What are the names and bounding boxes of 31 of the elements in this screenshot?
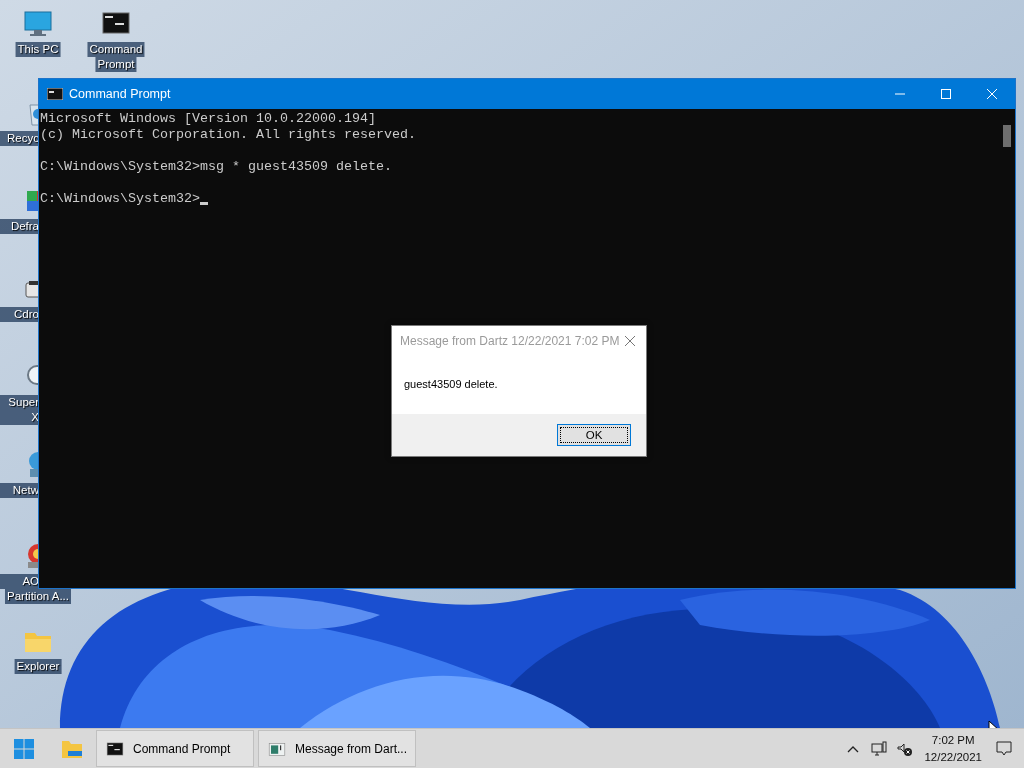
clock-date[interactable]: 12/22/2021 xyxy=(924,748,982,766)
maximize-icon[interactable] xyxy=(940,88,952,100)
icon-label: This PC xyxy=(15,42,61,57)
icon-label: Partition A... xyxy=(5,589,71,604)
window-title: Command Prompt xyxy=(69,87,172,101)
icon-label: Super xyxy=(0,395,41,410)
icon-label: Cdro xyxy=(0,307,41,322)
icon-label: Recyc xyxy=(0,131,41,146)
icon-label: AO xyxy=(0,574,41,589)
icon-label: Command xyxy=(87,42,145,57)
notification-icon[interactable] xyxy=(996,739,1012,758)
icon-label: Defra xyxy=(0,219,41,234)
console-icon xyxy=(47,88,63,100)
icon-label: Netw xyxy=(0,483,41,498)
dialog-title: Message from Dartz 12/22/2021 7:02 PM xyxy=(400,334,621,348)
close-icon[interactable] xyxy=(624,335,636,347)
scrollbar-thumb[interactable] xyxy=(1003,125,1011,147)
text-cursor xyxy=(199,202,208,205)
icon-label: X xyxy=(0,410,41,425)
console-line: Microsoft Windows [Version 10.0.22000.194] xyxy=(40,111,376,127)
console-line: (c) Microsoft Corporation. All rights reserved. xyxy=(40,127,416,143)
ok-button[interactable]: OK xyxy=(557,424,631,446)
taskbar-button[interactable]: Command Prompt xyxy=(96,730,254,767)
console-line: C:\Windows\System32>msg * guest43509 delete. xyxy=(40,159,392,175)
console-line: C:\Windows\System32> xyxy=(40,191,200,207)
windows-logo-icon[interactable] xyxy=(12,736,36,761)
icon-label: Prompt xyxy=(95,57,137,72)
dialog-message: guest43509 delete. xyxy=(404,378,498,390)
taskbar-button[interactable]: Message from Dart... xyxy=(258,730,416,767)
icon-label: Explorer xyxy=(14,659,62,674)
clock-time[interactable]: 7:02 PM xyxy=(931,731,975,749)
